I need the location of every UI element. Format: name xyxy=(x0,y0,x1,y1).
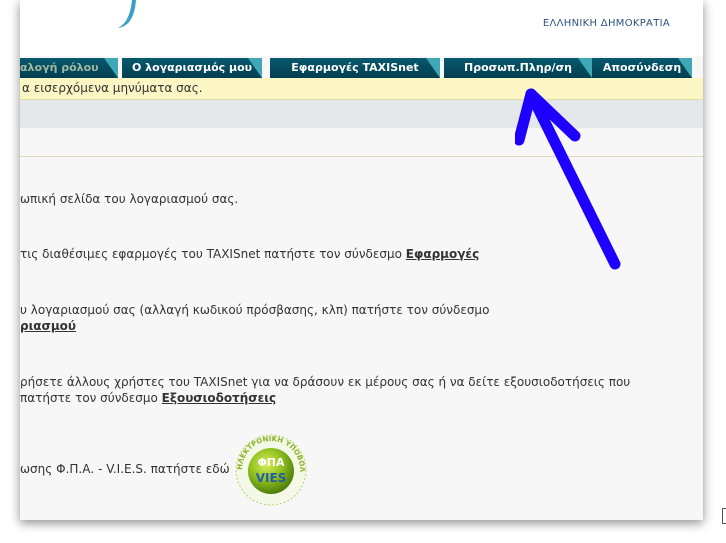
corner-bracket xyxy=(722,508,726,524)
authorizations-text: ρήσετε άλλους χρήστες του TAXISnet για ν… xyxy=(20,375,631,389)
welcome-text: ωπική σελίδα του λογαριασμού σας. xyxy=(20,192,239,206)
tab-role-selection[interactable]: αλογή ρόλου xyxy=(20,58,118,78)
header-bar: ΕΛΛΗΝΙΚΗ ΔΗΜΟΚΡΑΤΙΑ xyxy=(20,0,703,56)
authorizations-paragraph: ρήσετε άλλους χρήστες του TAXISnet για ν… xyxy=(20,374,630,406)
account-link[interactable]: ριασμού xyxy=(20,319,76,333)
account-paragraph: υ λογαριασμού σας (αλλαγή κωδικού πρόσβα… xyxy=(20,302,489,334)
logo-swoosh-icon xyxy=(118,0,136,28)
taxisnet-window: ΕΛΛΗΝΙΚΗ ΔΗΜΟΚΡΑΤΙΑ αλογή ρόλου Ο λογαρι… xyxy=(20,0,703,520)
apps-link[interactable]: Εφαρμογές xyxy=(406,247,479,261)
badge-vat-text: ΦΠΑ xyxy=(257,456,285,469)
account-text: υ λογαριασμού σας (αλλαγή κωδικού πρόσβα… xyxy=(20,303,490,317)
government-label: ΕΛΛΗΝΙΚΗ ΔΗΜΟΚΡΑΤΙΑ xyxy=(542,18,670,29)
apps-text: τις διαθέσιμες εφαρμογές του TAXISnet πα… xyxy=(20,247,402,261)
authorizations-text-2: πατήστε τον σύνδεσμο xyxy=(20,391,158,405)
badge-vies-text: VIES xyxy=(256,471,287,485)
apps-paragraph: τις διαθέσιμες εφαρμογές του TAXISnet πα… xyxy=(20,246,479,262)
vies-text: ωσης Φ.Π.Α. - V.I.E.S. πατήστε εδώ xyxy=(20,462,230,476)
main-tabs: αλογή ρόλου Ο λογαριασμός μου Εφαρμογές … xyxy=(20,56,703,78)
authorizations-link[interactable]: Εξουσιοδοτήσεις xyxy=(162,391,276,405)
tab-logout[interactable]: Αποσύνδεση xyxy=(592,58,692,78)
tab-personal-info[interactable]: Προσωπ.Πληρ/ση xyxy=(444,58,592,78)
tab-taxisnet-apps[interactable]: Εφαρμογές TAXISnet xyxy=(270,58,440,78)
vat-vies-badge-icon[interactable]: ΗΛΕΚΤΡΟΝΙΚΗ ΥΠΟΒΟΛΗ ΦΠΑ VIES xyxy=(234,433,308,507)
pointer-arrow-icon xyxy=(515,88,621,270)
tab-my-account[interactable]: Ο λογαριασμός μου xyxy=(122,58,262,78)
